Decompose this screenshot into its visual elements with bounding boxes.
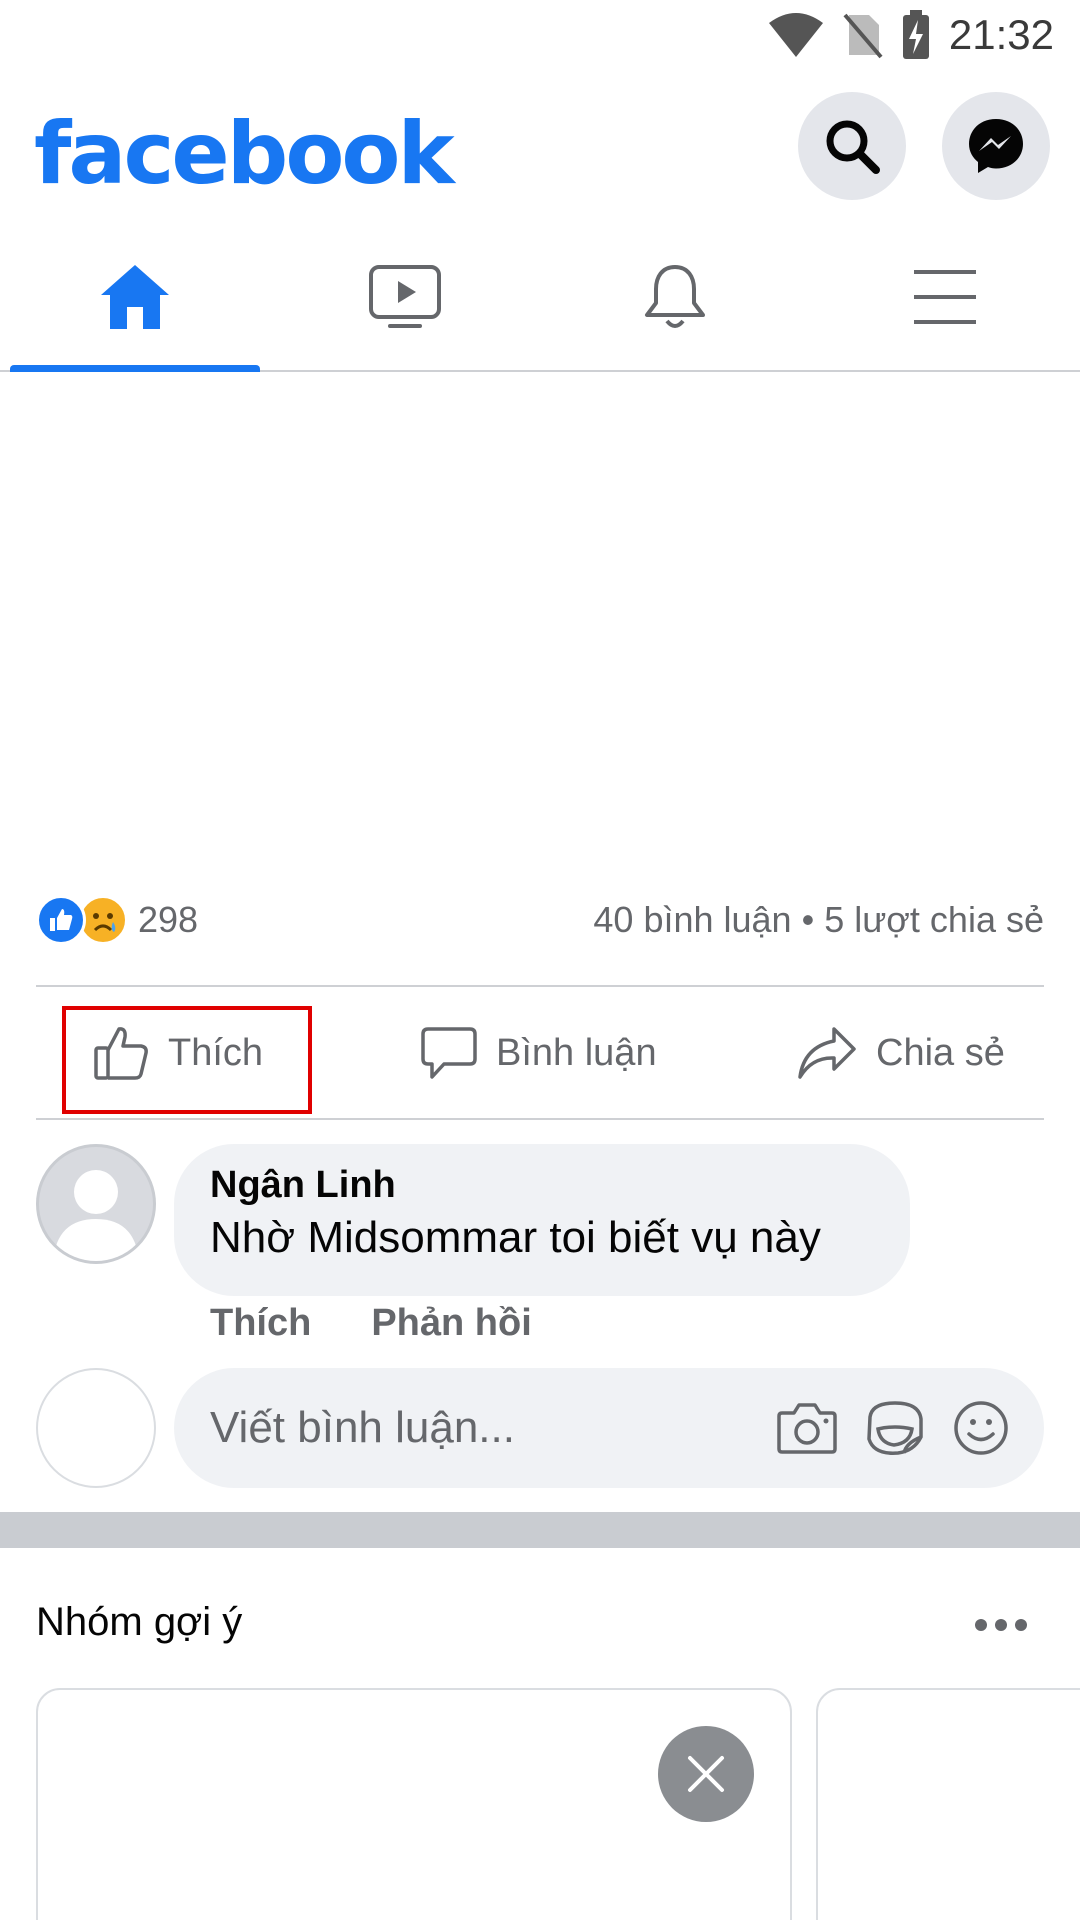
- default-avatar-icon: [53, 1170, 139, 1261]
- section-separator: [0, 1512, 1080, 1548]
- tab-home[interactable]: [0, 224, 270, 372]
- close-icon: [688, 1756, 724, 1792]
- battery-charging-icon: [902, 10, 929, 59]
- comment-bubble-icon: [421, 1027, 477, 1079]
- comment-button[interactable]: Bình luận: [420, 990, 657, 1116]
- facebook-logo[interactable]: facebook: [34, 104, 455, 204]
- comment-actions: Thích Phản hồi: [210, 1302, 532, 1345]
- my-avatar: [36, 1368, 156, 1488]
- share-arrow-icon: [798, 1027, 856, 1079]
- search-button[interactable]: [798, 92, 906, 200]
- no-sim-icon: [843, 13, 883, 59]
- dismiss-button[interactable]: [658, 1726, 754, 1822]
- emoji-icon[interactable]: [952, 1399, 1010, 1457]
- comment-author[interactable]: Ngân Linh: [210, 1164, 874, 1207]
- menu-icon: [914, 270, 976, 324]
- tab-bar: [0, 224, 1080, 372]
- status-icons: 21:32: [767, 10, 1054, 60]
- wifi-icon: [768, 13, 823, 57]
- like-reaction-icon: [36, 895, 86, 945]
- tab-menu[interactable]: [810, 224, 1080, 370]
- input-icons: [776, 1368, 1010, 1488]
- tab-video[interactable]: [270, 224, 540, 370]
- divider: [36, 985, 1044, 987]
- status-bar: 21:32: [0, 0, 1080, 74]
- search-icon: [826, 120, 880, 174]
- comment-reply-link[interactable]: Phản hồi: [371, 1302, 531, 1345]
- comments-shares-count[interactable]: 40 bình luận • 5 lượt chia sẻ: [593, 899, 1044, 941]
- avatar[interactable]: [36, 1144, 156, 1264]
- comment-bubble[interactable]: Ngân Linh Nhờ Midsommar toi biết vụ này: [174, 1144, 910, 1296]
- divider: [36, 1118, 1044, 1120]
- more-options-button[interactable]: [966, 1600, 1036, 1650]
- share-button[interactable]: Chia sẻ: [796, 990, 1005, 1116]
- bell-icon: [645, 265, 705, 328]
- sticker-icon[interactable]: [864, 1399, 926, 1457]
- reaction-count: 298: [138, 899, 199, 940]
- home-icon: [101, 265, 169, 329]
- comment-text: Nhờ Midsommar toi biết vụ này: [210, 1213, 821, 1262]
- tab-notifications[interactable]: [540, 224, 810, 370]
- highlight-box: [62, 1006, 312, 1114]
- comment-input-box[interactable]: [174, 1368, 1044, 1488]
- share-label: Chia sẻ: [876, 1031, 1005, 1074]
- reactions-summary[interactable]: 298 40 bình luận • 5 lượt chia sẻ: [36, 890, 1044, 950]
- active-tab-indicator: [10, 365, 260, 372]
- reactions-left[interactable]: 298: [36, 895, 198, 945]
- post-actions: Thích Bình luận Chia sẻ: [36, 990, 1044, 1116]
- status-time: 21:32: [948, 11, 1054, 58]
- comment-label: Bình luận: [496, 1031, 657, 1074]
- post-media[interactable]: [0, 374, 1080, 874]
- camera-icon[interactable]: [776, 1401, 838, 1455]
- more-dots-icon: [975, 1619, 1027, 1631]
- group-card[interactable]: [36, 1688, 792, 1920]
- messenger-icon: [969, 119, 1023, 173]
- comment-like-link[interactable]: Thích: [210, 1302, 311, 1345]
- messenger-button[interactable]: [942, 92, 1050, 200]
- comment-input[interactable]: [210, 1403, 750, 1453]
- app-header: facebook: [0, 74, 1080, 224]
- suggested-groups-title: Nhóm gợi ý: [36, 1600, 243, 1644]
- group-card[interactable]: [816, 1688, 1080, 1920]
- video-icon: [369, 265, 441, 328]
